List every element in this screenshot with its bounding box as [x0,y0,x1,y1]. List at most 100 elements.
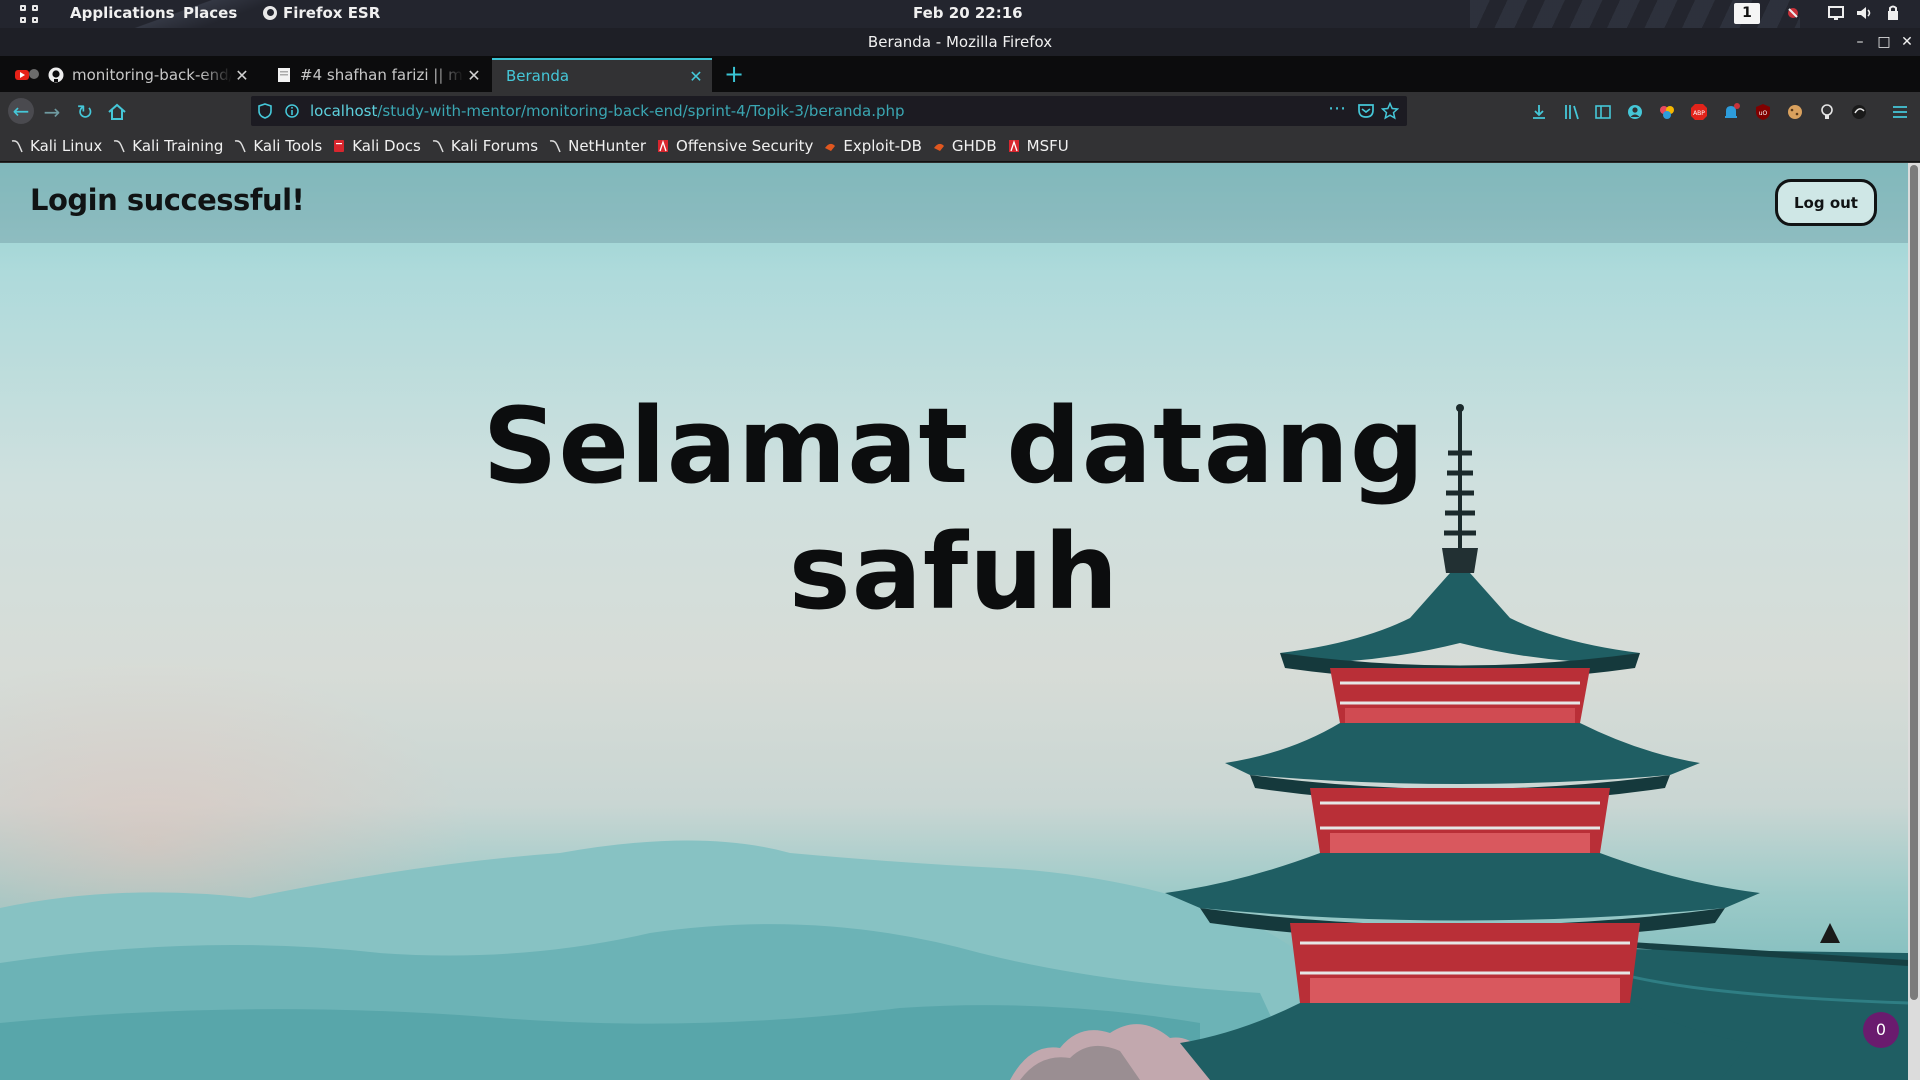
firefox-icon [263,6,277,20]
close-tab-icon[interactable]: ✕ [232,66,252,85]
page-header: Login successful! Log out [0,163,1908,243]
maximize-button[interactable]: □ [1874,28,1894,56]
bookmark-label: Exploit-DB [843,136,922,155]
bookmark-label: Kali Docs [352,136,421,155]
workspace-indicator[interactable]: 1 [1734,3,1760,24]
bookmark-label: NetHunter [568,136,647,155]
floating-count-badge[interactable]: 0 [1863,1012,1899,1048]
firefox-launcher[interactable]: Firefox ESR [263,4,380,22]
bookmark-nethunter[interactable]: NetHunter [549,137,646,155]
bookmark-exploit-db[interactable]: Exploit-DB [824,137,922,155]
applications-menu[interactable]: Applications [70,4,175,22]
bookmark-kali-docs[interactable]: Kali Docs [333,137,421,155]
url-text[interactable]: localhost/study-with-mentor/monitoring-b… [310,102,905,120]
desktop-top-panel: Applications Places Firefox ESR Feb 20 2… [0,0,1920,28]
extension-colors-icon[interactable] [1658,103,1676,121]
bookmark-kali-linux[interactable]: Kali Linux [11,137,102,155]
logout-button[interactable]: Log out [1775,179,1877,226]
network-icon[interactable] [1784,4,1802,22]
display-icon[interactable] [1827,4,1845,22]
back-button[interactable]: ← [8,98,34,124]
bookmark-label: Kali Linux [30,136,103,155]
bookmark-label: Kali Training [132,136,224,155]
tab-label: #4 shafhan farizi || monitoring [300,66,464,84]
downloads-icon[interactable] [1530,103,1548,121]
hamburger-menu-icon[interactable] [1891,103,1909,121]
offsec-icon [1008,139,1019,152]
welcome-heading: Selamat datang safuh [0,383,1908,635]
kali-dragon-icon [114,139,125,152]
kali-dragon-icon [432,139,444,152]
media-playing-icon [15,69,39,80]
close-tab-icon[interactable]: ✕ [686,67,706,86]
ublock-origin-icon[interactable]: uO [1754,103,1772,121]
bookmark-star-icon[interactable] [1381,102,1399,120]
site-info-icon[interactable] [285,104,299,118]
notification-bell-icon[interactable] [1722,103,1740,121]
tab-monitoring-github[interactable]: monitoring-back-end/sprint-4 ✕ [0,58,258,92]
bookmark-offensive-security[interactable]: Offensive Security [657,137,813,155]
window-titlebar: Beranda - Mozilla Firefox – □ ✕ [0,28,1920,56]
tracking-shield-icon[interactable] [258,103,272,119]
tab-shafhan-monitoring[interactable]: #4 shafhan farizi || monitoring ✕ [262,58,490,92]
kali-dragon-icon [11,139,23,152]
page-scrollbar[interactable] [1908,163,1920,1080]
svg-text:uO: uO [1759,110,1768,117]
url-path: /study-with-mentor/monitoring-back-end/s… [377,102,905,120]
welcome-line-1: Selamat datang [482,385,1426,507]
adblock-plus-icon[interactable]: ABP [1690,103,1708,121]
bookmark-label: GHDB [951,136,997,155]
tab-beranda[interactable]: Beranda ✕ [492,58,712,92]
bookmark-msfu[interactable]: MSFU [1008,137,1069,155]
kali-dragon-icon [549,139,561,152]
url-bar[interactable]: localhost/study-with-mentor/monitoring-b… [251,96,1407,126]
sidebar-icon[interactable] [1594,103,1612,121]
exploitdb-icon [825,143,836,151]
svg-text:ABP: ABP [1693,110,1705,117]
close-tab-icon[interactable]: ✕ [464,66,484,85]
bookmark-kali-tools[interactable]: Kali Tools [234,137,322,155]
bookmarks-toolbar: Kali Linux Kali Training Kali Tools Kali… [0,130,1920,162]
extension-dark-icon[interactable] [1850,103,1868,121]
tab-strip: monitoring-back-end/sprint-4 ✕ #4 shafha… [0,56,1920,92]
exploitdb-icon [933,143,944,151]
close-window-button[interactable]: ✕ [1897,28,1917,56]
battery-lock-icon[interactable] [1884,4,1902,22]
page-actions-icon[interactable]: ⋯ [1328,98,1346,119]
page-icon [278,68,290,82]
minimize-button[interactable]: – [1850,28,1870,56]
window-title: Beranda - Mozilla Firefox [867,33,1053,51]
bookmark-kali-training[interactable]: Kali Training [113,137,223,155]
welcome-username: safuh [788,511,1120,633]
extension-bulb-icon[interactable] [1818,103,1836,121]
extension-cookie-icon[interactable] [1786,103,1804,121]
firefox-launcher-label: Firefox ESR [283,4,381,22]
apps-grid-icon[interactable] [20,5,38,23]
new-tab-button[interactable]: + [724,60,744,88]
kali-dragon-icon [235,139,247,152]
login-success-message: Login successful! [30,183,305,217]
bookmark-label: MSFU [1026,136,1069,155]
clock[interactable]: Feb 20 22:16 [913,4,1023,22]
bookmark-label: Kali Tools [253,136,323,155]
bookmark-label: Kali Forums [450,136,539,155]
navigation-toolbar: ← → ↻ localhost/study-with-mentor/monito… [0,92,1920,130]
reload-button[interactable]: ↻ [74,101,96,123]
forward-button[interactable]: → [41,101,63,123]
scrollbar-thumb[interactable] [1910,165,1918,1000]
pocket-icon[interactable] [1357,102,1375,120]
offsec-icon [658,139,669,152]
bookmark-ghdb[interactable]: GHDB [933,137,997,155]
tab-label: monitoring-back-end/sprint-4 [72,66,232,84]
tab-label: Beranda [506,67,570,85]
home-icon[interactable] [106,101,128,123]
account-icon[interactable] [1626,103,1644,121]
places-menu[interactable]: Places [183,4,237,22]
bookmark-kali-forums[interactable]: Kali Forums [432,137,538,155]
bookmark-label: Offensive Security [676,136,814,155]
url-host: localhost [310,102,378,120]
volume-icon[interactable] [1855,4,1873,22]
page-viewport: Login successful! Log out Selamat datang… [0,163,1908,1080]
library-icon[interactable] [1563,103,1581,121]
github-icon [48,67,64,83]
